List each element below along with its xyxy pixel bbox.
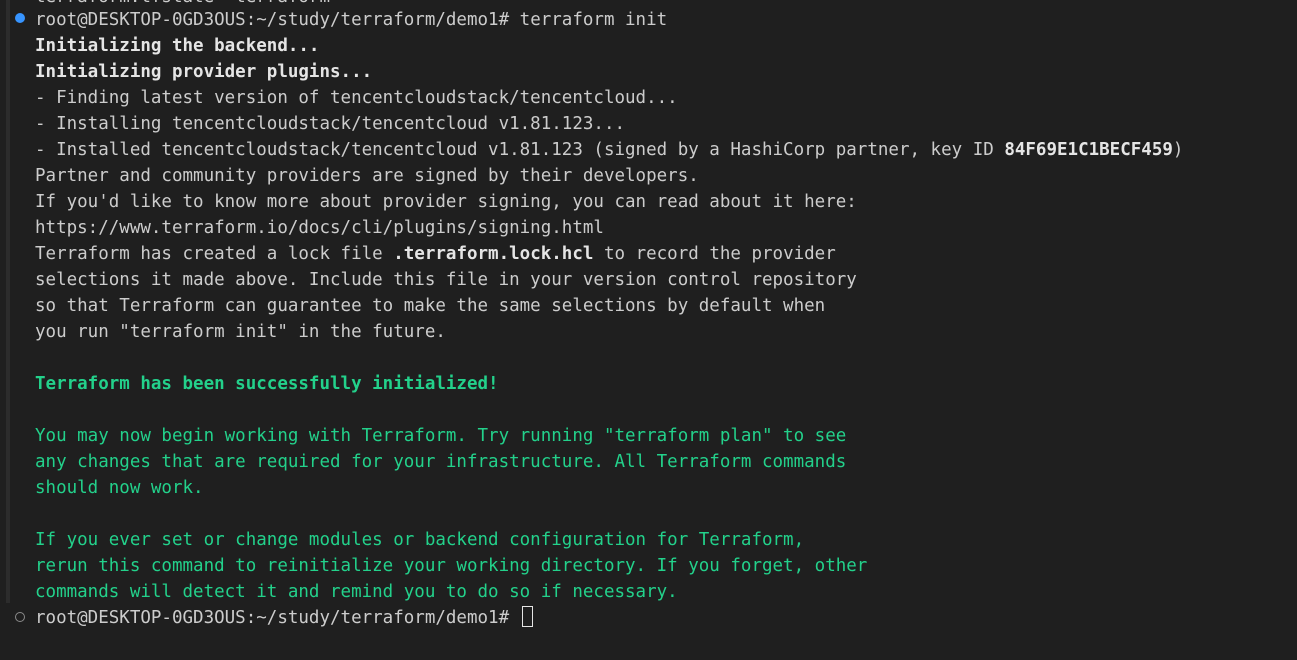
output-line: Initializing the backend... <box>35 36 320 56</box>
cursor <box>521 606 533 627</box>
key-id: 84F69E1C1BECF459 <box>1004 140 1173 160</box>
output-text: - Installed tencentcloudstack/tencentclo… <box>35 140 1005 160</box>
success-message: Terraform has been successfully initiali… <box>35 374 499 394</box>
current-prompt-line[interactable]: root@DESKTOP-0GD3OUS:~/study/terraform/d… <box>35 605 533 631</box>
scrollbar-gutter[interactable] <box>6 0 10 603</box>
output-line: You may now begin working with Terraform… <box>35 426 847 446</box>
output-text: ) <box>1172 140 1184 160</box>
output-line: any changes that are required for your i… <box>35 452 847 472</box>
output-text: Terraform has created a lock file <box>35 244 394 264</box>
output-line: Initializing provider plugins... <box>35 62 373 82</box>
output-line: rerun this command to reinitialize your … <box>35 556 868 576</box>
output-line: - Finding latest version of tencentcloud… <box>35 88 678 108</box>
output-line: - Installing tencentcloudstack/tencentcl… <box>35 114 626 134</box>
output-line: Terraform has created a lock file .terra… <box>35 241 836 267</box>
output-line: - Installed tencentcloudstack/tencentclo… <box>35 137 1183 163</box>
output-line: If you'd like to know more about provide… <box>35 192 857 212</box>
command-decoration-icon[interactable] <box>15 13 25 23</box>
terminal-panel[interactable]: terraform.tfstate terraform root@DESKTOP… <box>0 0 1297 660</box>
docs-link[interactable]: https://www.terraform.io/docs/cli/plugin… <box>35 215 604 241</box>
output-line: commands will detect it and remind you t… <box>35 582 678 602</box>
output-line: you run "terraform init" in the future. <box>35 322 446 342</box>
command-line: root@DESKTOP-0GD3OUS:~/study/terraform/d… <box>35 7 667 33</box>
lock-file-name: .terraform.lock.hcl <box>393 244 594 264</box>
output-line: should now work. <box>35 478 204 498</box>
output-line: selections it made above. Include this f… <box>35 270 857 290</box>
command-decoration-icon[interactable] <box>15 612 25 622</box>
output-line: Partner and community providers are sign… <box>35 166 699 186</box>
output-text: to record the provider <box>593 244 836 264</box>
prompt: root@DESKTOP-0GD3OUS:~/study/terraform/d… <box>35 10 510 30</box>
prompt: root@DESKTOP-0GD3OUS:~/study/terraform/d… <box>35 608 510 628</box>
output-line: If you ever set or change modules or bac… <box>35 530 805 550</box>
command-text: terraform init <box>509 10 668 30</box>
output-line: so that Terraform can guarantee to make … <box>35 296 826 316</box>
